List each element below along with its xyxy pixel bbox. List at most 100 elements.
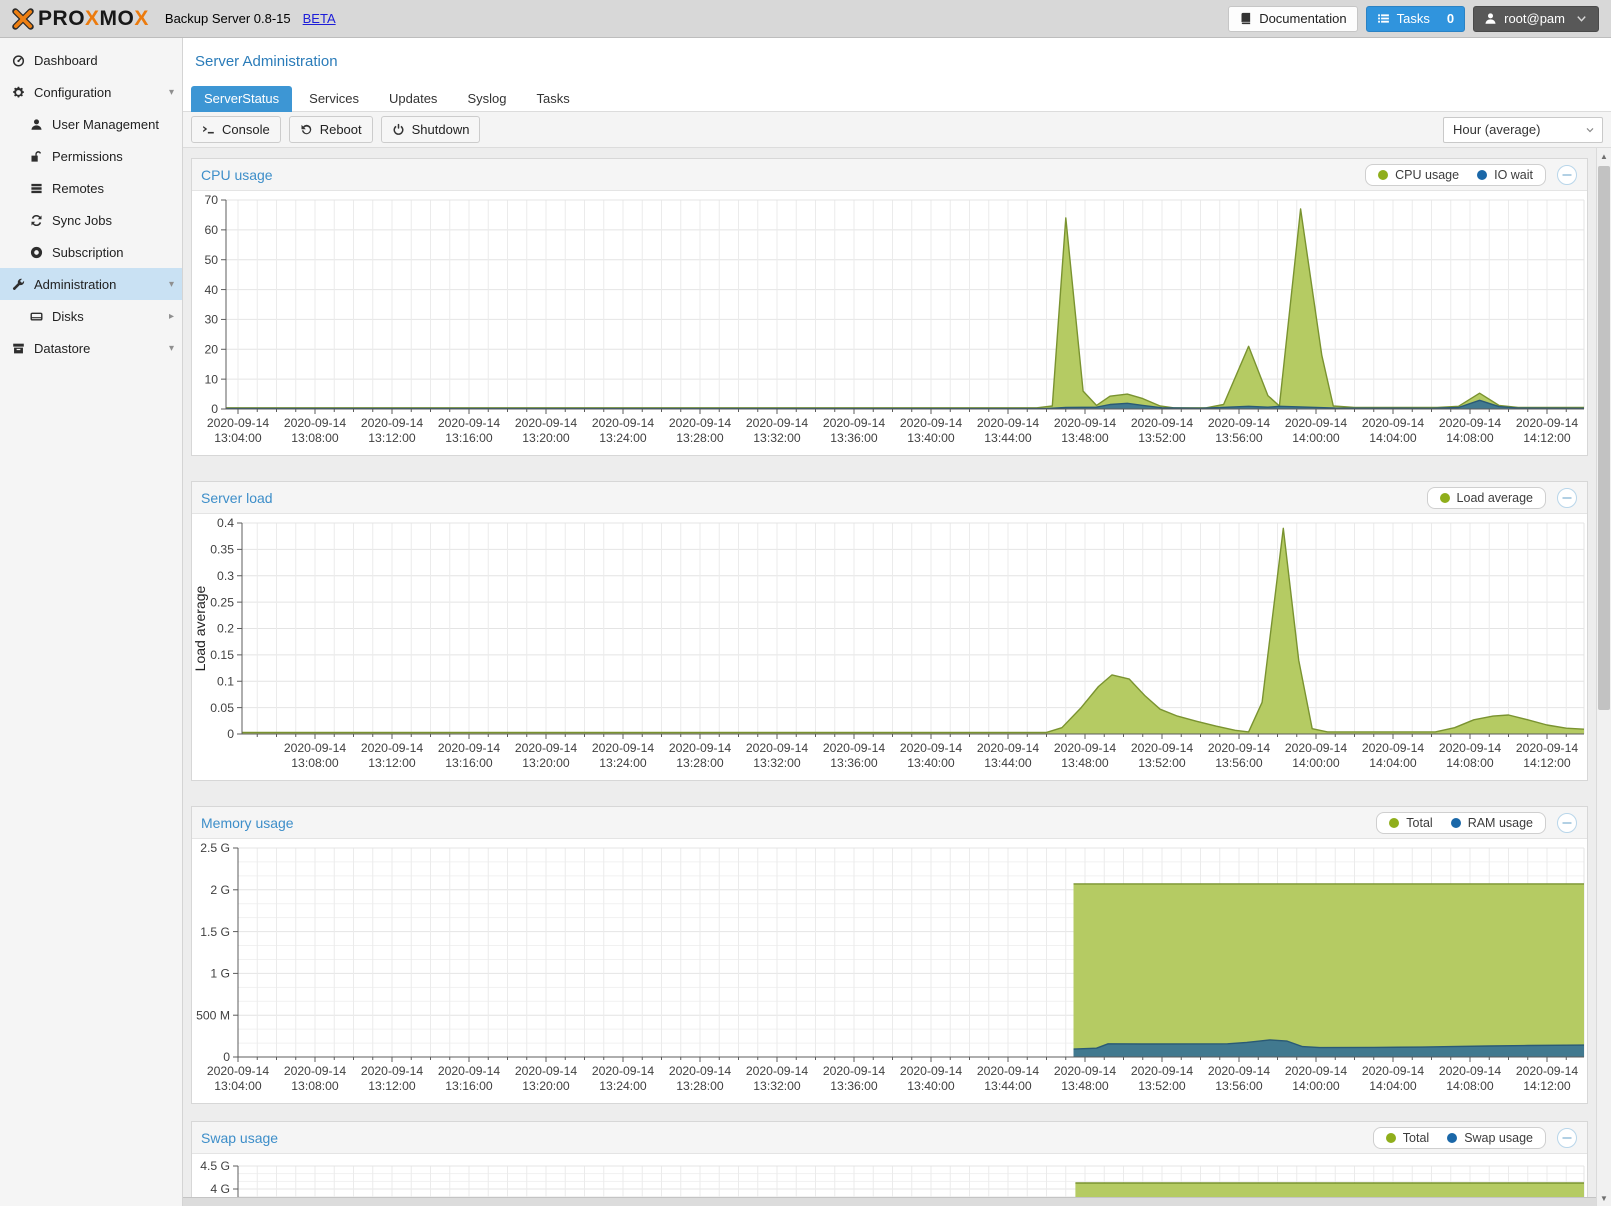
beta-link[interactable]: BETA xyxy=(303,11,336,26)
svg-text:0.15: 0.15 xyxy=(210,648,234,662)
svg-text:70: 70 xyxy=(204,193,218,207)
svg-text:2020-09-1413:36:00: 2020-09-1413:36:00 xyxy=(823,1064,886,1093)
sidebar-nav: DashboardConfiguration▾User ManagementPe… xyxy=(0,38,183,1206)
svg-text:2020-09-1414:12:00: 2020-09-1414:12:00 xyxy=(1516,741,1579,770)
user-icon xyxy=(29,118,43,131)
shutdown-button[interactable]: Shutdown xyxy=(381,116,481,143)
chart-cpu: 0102030405060702020-09-1413:04:002020-09… xyxy=(192,191,1587,455)
legend-item-ram-usage: RAM usage xyxy=(1451,816,1533,830)
svg-text:2020-09-1413:24:00: 2020-09-1413:24:00 xyxy=(592,416,655,445)
scroll-up-icon[interactable]: ▲ xyxy=(1597,148,1611,164)
tab-tasks[interactable]: Tasks xyxy=(523,86,582,112)
svg-text:2020-09-1413:28:00: 2020-09-1413:28:00 xyxy=(669,1064,732,1093)
svg-text:2020-09-1413:48:00: 2020-09-1413:48:00 xyxy=(1054,416,1117,445)
terminal-icon xyxy=(202,123,215,136)
svg-text:2020-09-1413:08:00: 2020-09-1413:08:00 xyxy=(284,416,347,445)
chart-load: 00.050.10.150.20.250.30.350.42020-09-141… xyxy=(192,514,1587,780)
chart-title-memory: Memory usage xyxy=(201,815,1366,831)
scroll-down-icon[interactable]: ▼ xyxy=(1597,1190,1611,1206)
svg-text:2020-09-1413:32:00: 2020-09-1413:32:00 xyxy=(746,741,809,770)
time-range-select[interactable]: Hour (average) xyxy=(1443,117,1603,143)
tasks-button[interactable]: Tasks 0 xyxy=(1366,6,1465,32)
svg-text:2020-09-1414:04:00: 2020-09-1414:04:00 xyxy=(1362,1064,1425,1093)
sidebar-item-subscription[interactable]: Subscription xyxy=(0,236,182,268)
sidebar-item-sync-jobs[interactable]: Sync Jobs xyxy=(0,204,182,236)
svg-text:2.5 G: 2.5 G xyxy=(200,841,230,855)
sidebar-item-disks[interactable]: Disks▸ xyxy=(0,300,182,332)
top-header: PROXMOX Backup Server 0.8-15 BETA Docume… xyxy=(0,0,1611,38)
svg-text:2020-09-1413:56:00: 2020-09-1413:56:00 xyxy=(1208,1064,1271,1093)
svg-text:2020-09-1413:52:00: 2020-09-1413:52:00 xyxy=(1131,1064,1194,1093)
sidebar-item-administration[interactable]: Administration▾ xyxy=(0,268,182,300)
reboot-button[interactable]: Reboot xyxy=(289,116,373,143)
scrollbar-thumb[interactable] xyxy=(1598,166,1610,710)
chevron-down-icon[interactable]: ▾ xyxy=(169,279,174,290)
charts-scroll-area: CPU usageCPU usageIO wait010203040506070… xyxy=(183,148,1596,1198)
legend-dot-icon xyxy=(1386,1133,1396,1143)
svg-text:2020-09-1413:56:00: 2020-09-1413:56:00 xyxy=(1208,416,1271,445)
svg-text:0: 0 xyxy=(223,1050,230,1064)
svg-text:2020-09-1413:08:00: 2020-09-1413:08:00 xyxy=(284,741,347,770)
legend-item-total: Total xyxy=(1389,816,1432,830)
svg-text:2020-09-1413:12:00: 2020-09-1413:12:00 xyxy=(361,741,424,770)
tab-syslog[interactable]: Syslog xyxy=(454,86,519,112)
svg-text:2020-09-1413:44:00: 2020-09-1413:44:00 xyxy=(977,1064,1040,1093)
svg-text:2020-09-1413:16:00: 2020-09-1413:16:00 xyxy=(438,1064,501,1093)
dashboard-icon xyxy=(11,54,25,67)
legend-item-load-average: Load average xyxy=(1440,491,1533,505)
legend-item-cpu-usage: CPU usage xyxy=(1378,168,1459,182)
svg-text:2020-09-1413:20:00: 2020-09-1413:20:00 xyxy=(515,1064,578,1093)
svg-text:2020-09-1413:12:00: 2020-09-1413:12:00 xyxy=(361,416,424,445)
svg-text:2020-09-1413:08:00: 2020-09-1413:08:00 xyxy=(284,1064,347,1093)
collapse-button[interactable] xyxy=(1556,487,1578,509)
panel-cpu-usage: CPU usageCPU usageIO wait010203040506070… xyxy=(191,158,1588,456)
documentation-button[interactable]: Documentation xyxy=(1228,6,1357,32)
svg-text:30: 30 xyxy=(204,313,218,327)
svg-text:2020-09-1413:36:00: 2020-09-1413:36:00 xyxy=(823,416,886,445)
chevron-down-icon[interactable]: ▾ xyxy=(169,343,174,354)
disk-icon xyxy=(29,310,43,323)
svg-text:2020-09-1414:00:00: 2020-09-1414:00:00 xyxy=(1285,416,1348,445)
svg-text:2020-09-1413:56:00: 2020-09-1413:56:00 xyxy=(1208,741,1271,770)
collapse-button[interactable] xyxy=(1556,1127,1578,1149)
sidebar-item-user-management[interactable]: User Management xyxy=(0,108,182,140)
datastore-icon xyxy=(11,342,25,355)
svg-text:2020-09-1413:32:00: 2020-09-1413:32:00 xyxy=(746,1064,809,1093)
chevron-down-icon[interactable]: ▾ xyxy=(169,87,174,98)
user-menu-button[interactable]: root@pam xyxy=(1473,6,1599,32)
unlock-icon xyxy=(29,150,43,163)
vertical-scrollbar[interactable]: ▲ ▼ xyxy=(1596,148,1611,1206)
svg-text:2020-09-1413:28:00: 2020-09-1413:28:00 xyxy=(669,741,732,770)
svg-text:2020-09-1414:08:00: 2020-09-1414:08:00 xyxy=(1439,741,1502,770)
chevron-right-icon[interactable]: ▸ xyxy=(169,311,174,322)
svg-text:2020-09-1413:40:00: 2020-09-1413:40:00 xyxy=(900,1064,963,1093)
sidebar-item-configuration[interactable]: Configuration▾ xyxy=(0,76,182,108)
svg-text:10: 10 xyxy=(204,372,218,386)
collapse-button[interactable] xyxy=(1556,812,1578,834)
svg-text:2020-09-1413:36:00: 2020-09-1413:36:00 xyxy=(823,741,886,770)
sidebar-item-dashboard[interactable]: Dashboard xyxy=(0,44,182,76)
svg-text:2020-09-1414:12:00: 2020-09-1414:12:00 xyxy=(1516,416,1579,445)
sidebar-item-permissions[interactable]: Permissions xyxy=(0,140,182,172)
svg-text:2020-09-1413:16:00: 2020-09-1413:16:00 xyxy=(438,741,501,770)
svg-text:1.5 G: 1.5 G xyxy=(200,925,230,939)
svg-text:2020-09-1413:48:00: 2020-09-1413:48:00 xyxy=(1054,1064,1117,1093)
proxmox-x-icon xyxy=(12,8,34,30)
tab-services[interactable]: Services xyxy=(296,86,372,112)
svg-text:1 G: 1 G xyxy=(210,967,230,981)
tab-serverstatus[interactable]: ServerStatus xyxy=(191,86,292,112)
console-button[interactable]: Console xyxy=(191,116,281,143)
sidebar-item-remotes[interactable]: Remotes xyxy=(0,172,182,204)
svg-text:40: 40 xyxy=(204,283,218,297)
svg-text:2020-09-1413:20:00: 2020-09-1413:20:00 xyxy=(515,741,578,770)
collapse-button[interactable] xyxy=(1556,164,1578,186)
book-icon xyxy=(1239,12,1252,25)
gears-icon xyxy=(11,86,25,99)
svg-text:0.2: 0.2 xyxy=(217,622,234,636)
chart-swap: 0500 M1 G1.5 G2 G2.5 G3 G3.5 G4 G4.5 G20… xyxy=(192,1154,1587,1198)
svg-text:2020-09-1414:08:00: 2020-09-1414:08:00 xyxy=(1439,416,1502,445)
tab-updates[interactable]: Updates xyxy=(376,86,450,112)
main-area: Server Administration ServerStatusServic… xyxy=(183,38,1611,1206)
sidebar-item-datastore[interactable]: Datastore▾ xyxy=(0,332,182,364)
svg-text:0.05: 0.05 xyxy=(210,701,234,715)
